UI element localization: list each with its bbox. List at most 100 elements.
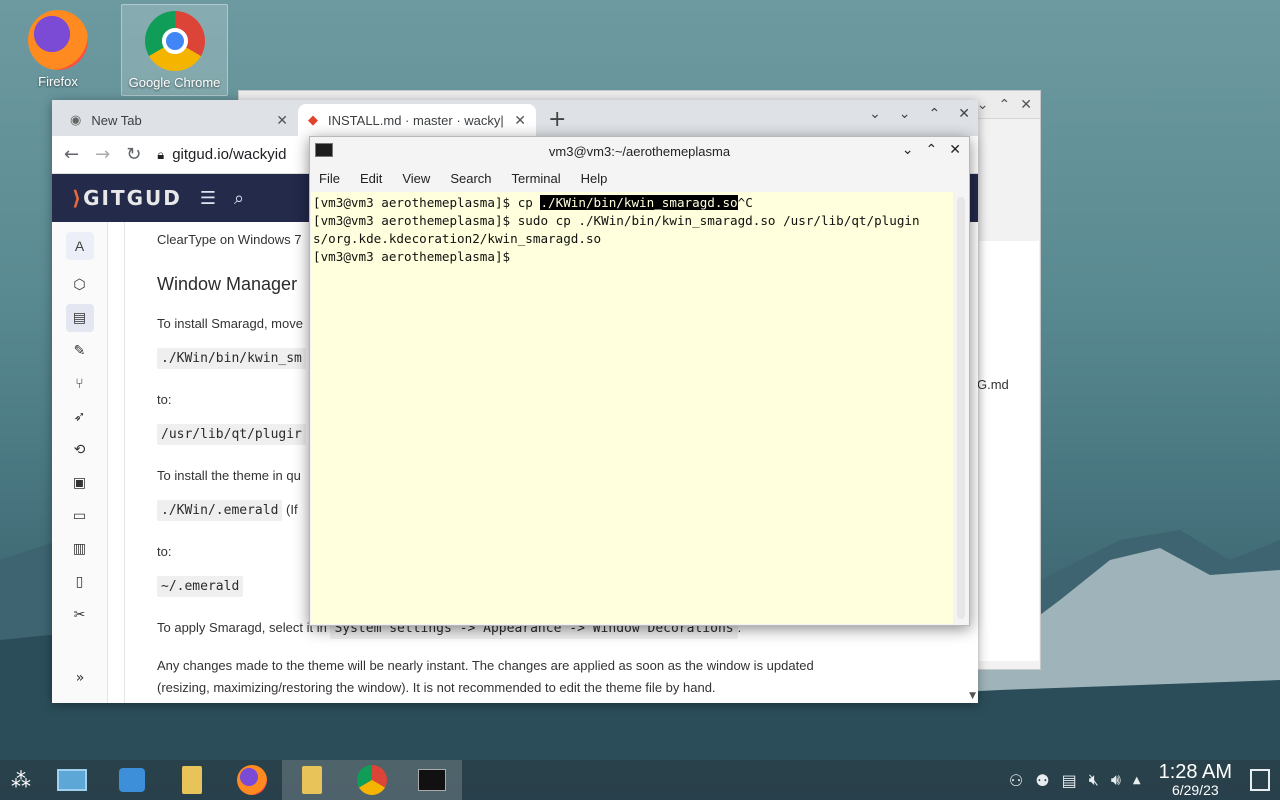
logo-mark-icon: ⟩ <box>72 186 84 210</box>
chrome-taskbar-icon[interactable] <box>342 760 402 800</box>
minimize-icon[interactable]: ⌄ <box>902 141 914 158</box>
ci-cd-icon[interactable]: ⟲ <box>66 436 94 464</box>
clock[interactable]: 1:28 AM 6/29/23 <box>1159 762 1232 798</box>
terminal-icon <box>315 143 333 157</box>
tab-new-tab[interactable]: ◉ New Tab ✕ <box>60 104 298 136</box>
tab-search-icon[interactable]: ⌄ <box>869 106 881 122</box>
close-tab-icon[interactable]: ✕ <box>276 112 288 129</box>
menu-view[interactable]: View <box>402 171 430 186</box>
analytics-icon[interactable]: ▥ <box>66 535 94 563</box>
tab-strip: ◉ New Tab ✕ ◆ INSTALL.md · master · wack… <box>52 100 978 136</box>
deployments-icon[interactable]: ➶ <box>66 403 94 431</box>
terminal-menubar: File Edit View Search Terminal Help <box>310 165 969 191</box>
scroll-down-icon[interactable]: ▼ <box>969 691 976 701</box>
monitor-icon[interactable]: ▭ <box>66 502 94 530</box>
forward-icon[interactable]: → <box>95 144 110 165</box>
desktop-icon-firefox[interactable]: Firefox <box>8 4 108 96</box>
taskbar: ⁂ ⚇ ⚉ ▤ 🔇︎ 🔊︎ ▲ 1:28 AM 6/29/23 <box>0 760 1280 800</box>
issues-icon[interactable]: ✎ <box>66 337 94 365</box>
doc-text: (resizing, maximizing/restoring the wind… <box>157 680 716 695</box>
file-manager-icon[interactable] <box>162 760 222 800</box>
terminal-line: [vm3@vm3 aerothemeplasma]$ cp <box>313 195 541 210</box>
background-window-content <box>979 241 1039 661</box>
file-label[interactable]: G.md <box>977 377 1009 392</box>
minimize-icon[interactable]: ⌄ <box>899 106 911 122</box>
menu-edit[interactable]: Edit <box>360 171 382 186</box>
application-launcher-icon[interactable]: ⁂ <box>0 760 42 800</box>
doc-text: to: <box>157 544 172 559</box>
section-heading: Window Manager <box>157 274 298 294</box>
hamburger-menu-icon[interactable]: ☰ <box>200 188 216 209</box>
maximize-icon[interactable]: ⌃ <box>926 141 938 158</box>
new-tab-button[interactable]: + <box>536 107 578 136</box>
user-icon[interactable]: ⚇ <box>1009 771 1023 790</box>
terminal-window[interactable]: vm3@vm3:~/aerothemeplasma ⌄ ⌃ ✕ File Edi… <box>309 136 970 626</box>
tab-title: New Tab <box>91 112 142 128</box>
clock-date: 6/29/23 <box>1171 782 1219 798</box>
selected-text: ./KWin/bin/kwin_smaragd.so <box>540 195 738 210</box>
gitlab-fox-icon: ◆ <box>308 112 318 127</box>
terminal-line: [vm3@vm3 aerothemeplasma]$ <box>313 249 518 264</box>
peek-desktop-icon[interactable] <box>1250 769 1270 791</box>
doc-text: ClearType on Windows 7 <box>157 232 302 247</box>
close-tab-icon[interactable]: ✕ <box>514 112 526 129</box>
doc-text: To install the theme in qu <box>157 468 301 483</box>
desktop-icon-google-chrome[interactable]: Google Chrome <box>121 4 228 96</box>
audio-muted-icon[interactable]: 🔇︎ <box>1089 770 1099 790</box>
show-desktop-icon[interactable] <box>42 760 102 800</box>
wiki-icon[interactable]: ▯ <box>66 568 94 596</box>
tab-install-md[interactable]: ◆ INSTALL.md · master · wacky| ✕ <box>298 104 536 136</box>
code-snippet: ./KWin/.emerald <box>157 500 283 521</box>
doc-text: To install Smaragd, move <box>157 316 303 331</box>
menu-terminal[interactable]: Terminal <box>512 171 561 186</box>
close-icon[interactable]: ✕ <box>1020 97 1032 113</box>
project-avatar[interactable]: A <box>65 232 94 260</box>
url-text: gitgud.io/wackyid <box>172 146 287 163</box>
desktop-icon-label: Google Chrome <box>128 75 221 90</box>
volume-icon[interactable]: 🔊︎ <box>1111 770 1121 790</box>
packages-icon[interactable]: ▣ <box>66 469 94 497</box>
expand-sidebar-icon[interactable]: » <box>66 664 94 692</box>
system-tray: ⚇ ⚉ ▤ 🔇︎ 🔊︎ ▲ 1:28 AM 6/29/23 <box>1009 760 1280 800</box>
terminal-title: vm3@vm3:~/aerothemeplasma <box>548 143 731 159</box>
project-overview-icon[interactable]: ⬡ <box>66 271 94 299</box>
merge-requests-icon[interactable]: ⑂ <box>66 370 94 398</box>
back-icon[interactable]: ← <box>64 144 79 165</box>
lock-icon: 🔒︎ <box>157 146 165 162</box>
minimize-icon[interactable]: ⌄ <box>977 97 989 113</box>
menu-file[interactable]: File <box>319 171 340 186</box>
menu-help[interactable]: Help <box>581 171 608 186</box>
tray-expand-icon[interactable]: ▲ <box>1133 775 1141 786</box>
terminal-output[interactable]: [vm3@vm3 aerothemeplasma]$ cp ./KWin/bin… <box>311 192 953 624</box>
clock-time: 1:28 AM <box>1158 761 1232 783</box>
clipboard-icon[interactable]: ▤ <box>1062 771 1077 790</box>
terminal-line: s/org.kde.kdecoration2/kwin_smaragd.so <box>313 231 602 246</box>
accounts-icon[interactable]: ⚉ <box>1035 771 1049 790</box>
tab-title: INSTALL.md · master · wacky| <box>328 112 504 128</box>
code-snippet: ./KWin/bin/kwin_sm <box>157 348 306 369</box>
firefox-taskbar-icon[interactable] <box>222 760 282 800</box>
close-icon[interactable]: ✕ <box>949 141 961 158</box>
doc-text: to: <box>157 392 172 407</box>
address-bar[interactable]: 🔒︎ gitgud.io/wackyid <box>157 146 286 163</box>
firefox-icon <box>28 10 88 70</box>
terminal-taskbar-icon[interactable] <box>402 760 462 800</box>
doc-text: (If <box>286 502 298 517</box>
maximize-icon[interactable]: ⌃ <box>999 97 1011 113</box>
maximize-icon[interactable]: ⌃ <box>929 106 941 122</box>
discover-icon[interactable] <box>102 760 162 800</box>
doc-text: To apply Smaragd, select it in <box>157 620 327 635</box>
repository-icon[interactable]: ▤ <box>65 304 94 332</box>
search-icon[interactable]: ⌕ <box>234 188 244 209</box>
terminal-titlebar: vm3@vm3:~/aerothemeplasma ⌄ ⌃ ✕ <box>310 137 969 165</box>
close-icon[interactable]: ✕ <box>958 106 970 122</box>
chrome-tab-icon: ◉ <box>70 112 82 127</box>
snippets-icon[interactable]: ✂ <box>66 601 94 629</box>
site-logo[interactable]: ⟩GITGUD <box>72 186 182 210</box>
terminal-scrollbar[interactable] <box>957 197 965 619</box>
file-manager-window-icon[interactable] <box>282 760 342 800</box>
menu-search[interactable]: Search <box>450 171 491 186</box>
terminal-line: ^C <box>737 195 753 210</box>
chrome-icon <box>144 11 205 71</box>
reload-icon[interactable]: ↻ <box>126 144 141 165</box>
